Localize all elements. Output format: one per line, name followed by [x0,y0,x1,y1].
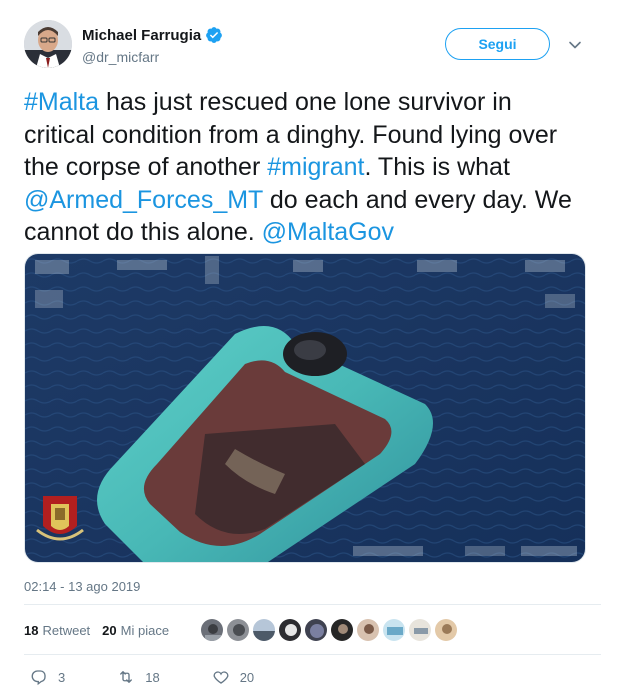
hashtag-malta-link[interactable]: #Malta [24,88,99,116]
liker-avatar[interactable] [226,618,250,642]
author-name-text[interactable]: Michael Farrugia [82,27,201,44]
divider [24,654,601,655]
follow-button[interactable]: Segui [445,28,550,60]
retweet-button[interactable]: 18 [117,668,160,686]
liker-avatar[interactable] [356,618,380,642]
tweet-text-segment: . This is what [364,153,510,181]
liker-avatar[interactable] [278,618,302,642]
tweet-media-image[interactable] [24,253,586,563]
media-photo [25,254,585,562]
mention-maltagov-link[interactable]: @MaltaGov [262,218,394,246]
author-name[interactable]: Michael Farrugia [82,26,223,44]
retweet-icon [120,671,133,683]
hashtag-migrant-link[interactable]: #migrant [267,153,364,181]
tweet-timestamp[interactable]: 02:14 - 13 ago 2019 [24,579,140,594]
liker-avatar[interactable] [408,618,432,642]
liker-avatar[interactable] [434,618,458,642]
reply-icon [31,670,46,686]
reply-button[interactable]: 3 [30,668,65,686]
tweet-stats: 18 Retweet 20 Mi piace [24,623,181,638]
caret-down-icon[interactable] [568,38,582,52]
mention-armed-forces-link[interactable]: @Armed_Forces_MT [24,186,263,214]
tweet-actions: 3 18 20 [30,668,254,686]
liker-avatar[interactable] [304,618,328,642]
likes-count[interactable]: 20 [102,623,116,638]
likes-label[interactable]: Mi piace [121,623,169,638]
like-icon [213,671,229,684]
reply-count: 3 [58,669,66,685]
author-avatar[interactable] [24,20,72,68]
author-handle[interactable]: @dr_micfarr [82,49,159,65]
retweets-count[interactable]: 18 [24,623,38,638]
divider [24,604,601,605]
like-count: 20 [239,669,255,685]
likers-avatars [200,618,460,644]
liker-avatar[interactable] [200,618,224,642]
liker-avatar[interactable] [330,618,354,642]
liker-avatar[interactable] [382,618,406,642]
verified-icon [206,27,223,43]
retweet-count: 18 [145,669,160,685]
like-button[interactable]: 20 [212,668,254,686]
tweet-text: #Malta has just rescued one lone survivo… [24,86,584,249]
retweets-label[interactable]: Retweet [42,623,90,638]
liker-avatar[interactable] [252,618,276,642]
tweet-card: Michael Farrugia @dr_micfarr Segui #Malt… [0,0,625,698]
